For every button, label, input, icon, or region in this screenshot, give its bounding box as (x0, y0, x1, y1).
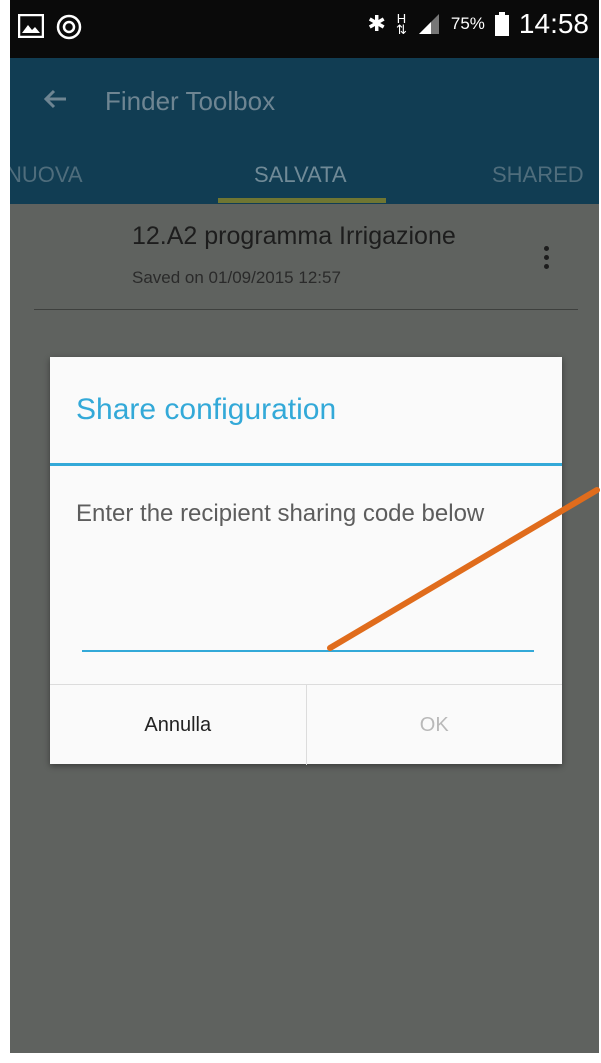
back-arrow-icon[interactable] (40, 84, 70, 114)
tab-shared[interactable]: SHARED (492, 162, 584, 188)
tab-nuova[interactable]: NUOVA (10, 162, 83, 188)
battery-icon (494, 12, 509, 36)
app-bar: Finder Toolbox (10, 58, 599, 148)
dialog-title-divider (50, 463, 562, 466)
status-left-icons (18, 14, 82, 40)
dialog-title: Share configuration (76, 393, 337, 426)
status-right-icons: ✱ H ⇅ 75% 14:58 (368, 8, 589, 40)
signal-icon (418, 14, 439, 34)
more-options-icon[interactable] (542, 246, 550, 276)
list-divider (34, 309, 578, 310)
saved-item-title[interactable]: 12.A2 programma Irrigazione (132, 222, 456, 251)
share-dialog: Share configuration Enter the recipient … (50, 357, 562, 765)
tab-indicator (218, 198, 386, 203)
app-title: Finder Toolbox (105, 86, 276, 116)
tab-bar: NUOVA SALVATA SHARED (10, 148, 599, 204)
ok-button[interactable]: OK (307, 685, 563, 765)
status-bar: ✱ H ⇅ 75% 14:58 (10, 0, 599, 58)
cancel-button[interactable]: Annulla (50, 685, 307, 765)
bluetooth-icon: ✱ (367, 11, 386, 36)
phone-screen: ✱ H ⇅ 75% 14:58 Finder Toolbox NUOVA SALV… (10, 0, 599, 1053)
tab-salvata[interactable]: SALVATA (254, 162, 347, 188)
image-icon (18, 14, 44, 38)
clock: 14:58 (518, 8, 589, 39)
saved-item-date: Saved on 01/09/2015 12:57 (132, 268, 341, 287)
dialog-buttons: Annulla OK (50, 684, 562, 765)
at-notification-icon (56, 14, 82, 40)
hplus-icon: H ⇅ (395, 11, 407, 37)
sharing-code-input[interactable] (82, 612, 534, 652)
dialog-message: Enter the recipient sharing code below (76, 500, 485, 527)
battery-percent: 75% (450, 14, 485, 33)
